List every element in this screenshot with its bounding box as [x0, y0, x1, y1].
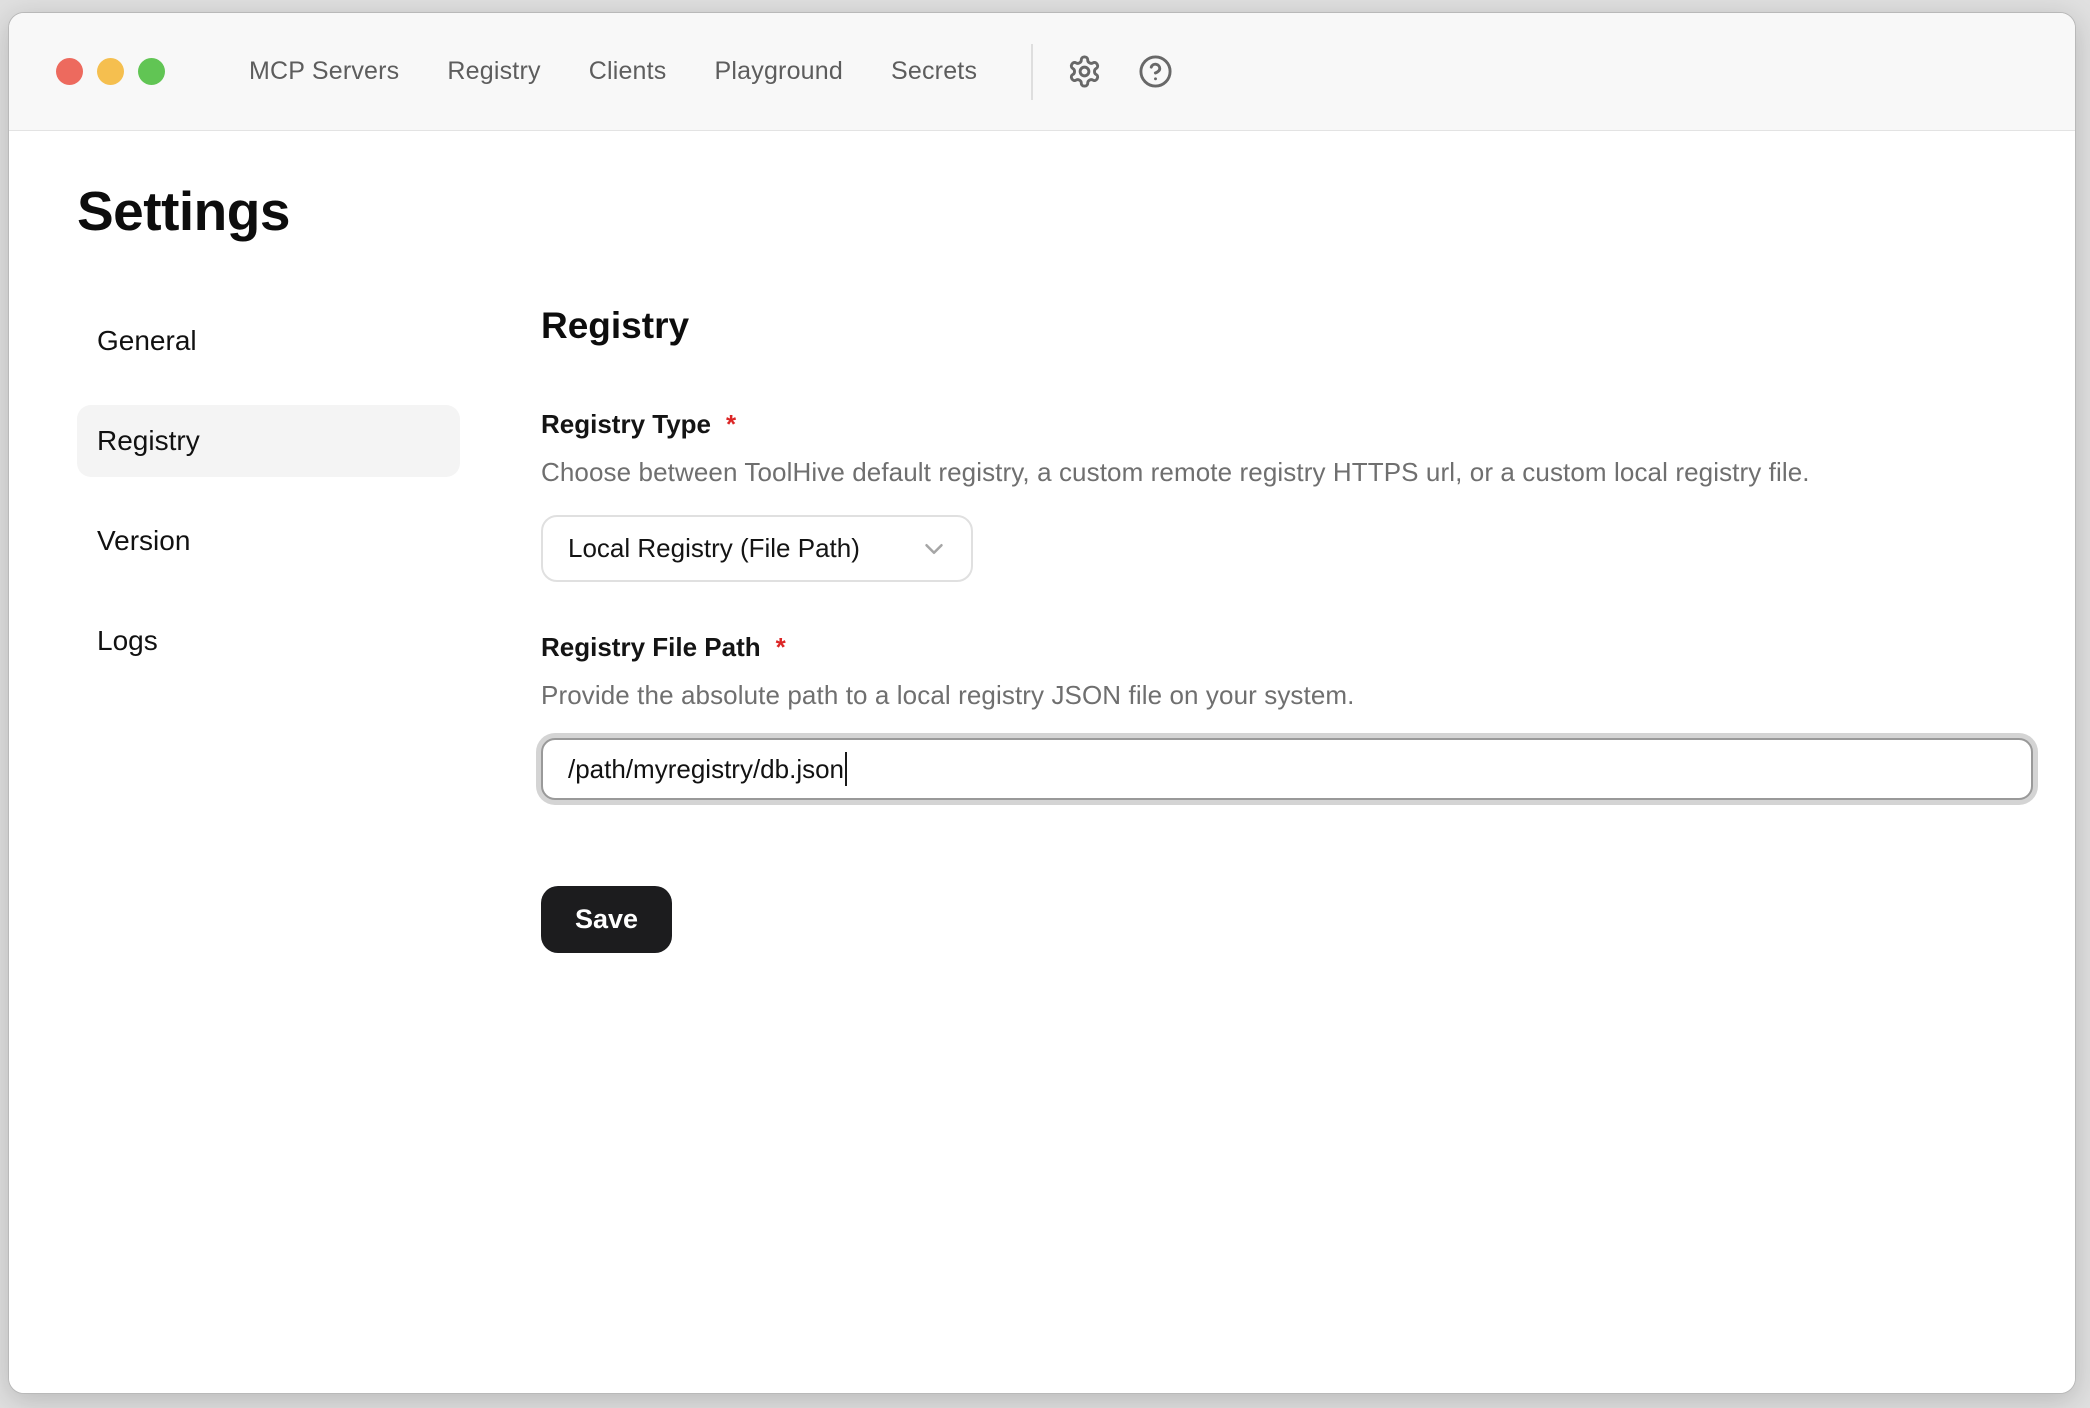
nav-playground[interactable]: Playground [715, 57, 843, 86]
section-heading: Registry [541, 305, 2033, 347]
settings-page: Settings General Registry Version Logs R… [9, 131, 2075, 1393]
chevron-down-icon [919, 534, 949, 564]
registry-settings-panel: Registry Registry Type * Choose between … [541, 305, 2033, 953]
nav-mcp-servers[interactable]: MCP Servers [249, 57, 399, 86]
titlebar-divider [1031, 44, 1033, 100]
text-cursor [845, 752, 847, 786]
registry-type-label: Registry Type [541, 409, 711, 440]
registry-file-path-input[interactable]: /path/myregistry/db.json [541, 738, 2033, 800]
window-minimize-button[interactable] [97, 58, 124, 85]
sidebar-item-registry[interactable]: Registry [77, 405, 460, 477]
page-title: Settings [77, 179, 2075, 243]
save-button[interactable]: Save [541, 886, 672, 953]
window-maximize-button[interactable] [138, 58, 165, 85]
titlebar: MCP Servers Registry Clients Playground … [9, 13, 2075, 131]
required-asterisk: * [776, 632, 786, 663]
registry-type-selected-value: Local Registry (File Path) [568, 533, 860, 564]
registry-file-path-description: Provide the absolute path to a local reg… [541, 680, 2033, 711]
settings-gear-icon[interactable] [1067, 54, 1102, 89]
registry-file-path-label: Registry File Path [541, 632, 761, 663]
traffic-lights [56, 58, 165, 85]
app-window: MCP Servers Registry Clients Playground … [8, 12, 2076, 1394]
sidebar-item-version[interactable]: Version [77, 505, 460, 577]
top-nav: MCP Servers Registry Clients Playground … [249, 57, 977, 86]
nav-clients[interactable]: Clients [589, 57, 667, 86]
nav-registry[interactable]: Registry [447, 57, 540, 86]
window-close-button[interactable] [56, 58, 83, 85]
registry-type-field: Registry Type * Choose between ToolHive … [541, 409, 2033, 582]
registry-type-select[interactable]: Local Registry (File Path) [541, 515, 973, 582]
registry-file-path-value: /path/myregistry/db.json [568, 754, 844, 785]
registry-file-path-field: Registry File Path * Provide the absolut… [541, 632, 2033, 800]
settings-sidebar: General Registry Version Logs [77, 305, 460, 705]
registry-type-description: Choose between ToolHive default registry… [541, 457, 2033, 488]
sidebar-item-logs[interactable]: Logs [77, 605, 460, 677]
titlebar-icons [1067, 54, 1173, 89]
sidebar-item-general[interactable]: General [77, 305, 460, 377]
nav-secrets[interactable]: Secrets [891, 57, 977, 86]
help-icon[interactable] [1138, 54, 1173, 89]
required-asterisk: * [726, 409, 736, 440]
